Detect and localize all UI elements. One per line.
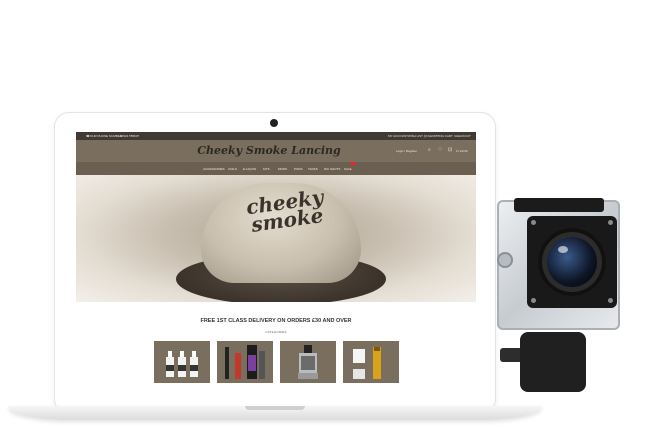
vape-tank-image — [298, 345, 318, 379]
accessories-image — [353, 347, 381, 379]
category-tile-eliquid[interactable] — [154, 341, 210, 383]
top-link-wish-list[interactable]: WISH LIST (0) — [408, 134, 427, 138]
top-link-checkout[interactable]: CHECKOUT — [454, 134, 471, 138]
delivery-banner: FREE 1ST CLASS DELIVERY ON ORDERS £30 AN… — [200, 318, 352, 324]
camera-screw — [608, 220, 613, 225]
cart-amount[interactable]: 0 / £0.00 — [456, 149, 468, 153]
camera-screw — [608, 298, 613, 303]
category-tile-accessories[interactable] — [343, 341, 399, 383]
camera-screw — [531, 220, 536, 225]
login-register-link[interactable]: Login / Register — [396, 149, 417, 153]
nav-item-accessories[interactable]: ACCESSORIES — [203, 167, 225, 171]
nav-item-mods[interactable]: MODS — [278, 167, 287, 171]
categories-title: CATEGORIES — [265, 330, 287, 334]
nav-item-pods[interactable]: PODS — [294, 167, 303, 171]
main-nav — [76, 162, 476, 175]
eliquid-bottles-image — [166, 351, 198, 377]
hero-banner: cheeky smoke — [76, 175, 476, 302]
nav-item-e-liquid[interactable]: E-LIQUID — [243, 167, 256, 171]
site-logo[interactable]: Cheeky Smoke Lancing — [194, 144, 344, 157]
webcam-icon — [270, 119, 278, 127]
camera-mount — [520, 332, 586, 392]
nav-item-tanks[interactable]: TANKS — [308, 167, 318, 171]
nav-item-sale[interactable]: SALE — [344, 167, 352, 171]
cart-icon[interactable]: ⊡ — [448, 147, 452, 153]
sale-badge — [350, 162, 356, 165]
top-bar: ☎ OUR PHONE NUMBER 01524 555607 MY ACCOU… — [76, 132, 476, 140]
phone-number[interactable]: 01524 555607 — [120, 134, 139, 138]
laptop-notch — [245, 406, 305, 410]
heart-icon[interactable]: ♡ — [438, 147, 442, 153]
top-link-my-account[interactable]: MY ACCOUNT — [388, 134, 408, 138]
lens-glint — [558, 246, 568, 253]
nav-item-kits[interactable]: KITS — [263, 167, 270, 171]
search-icon[interactable]: ⌕ — [428, 147, 431, 153]
nav-item-nic-shots[interactable]: NIC SHOTS — [324, 167, 340, 171]
camera-lens — [547, 237, 597, 287]
top-link-shopping-cart[interactable]: SHOPPING CART — [428, 134, 453, 138]
vape-kits-image — [225, 345, 265, 379]
phone-label: OUR PHONE NUMBER — [90, 134, 123, 138]
category-tile-kits[interactable] — [217, 341, 273, 383]
laptop-screen: ☎ OUR PHONE NUMBER 01524 555607 MY ACCOU… — [76, 132, 476, 400]
camera-screw — [531, 298, 536, 303]
category-tile-tanks[interactable] — [280, 341, 336, 383]
camera-knob — [497, 252, 513, 268]
nav-item-coils[interactable]: COILS — [228, 167, 237, 171]
camera-top-clip — [514, 198, 604, 212]
